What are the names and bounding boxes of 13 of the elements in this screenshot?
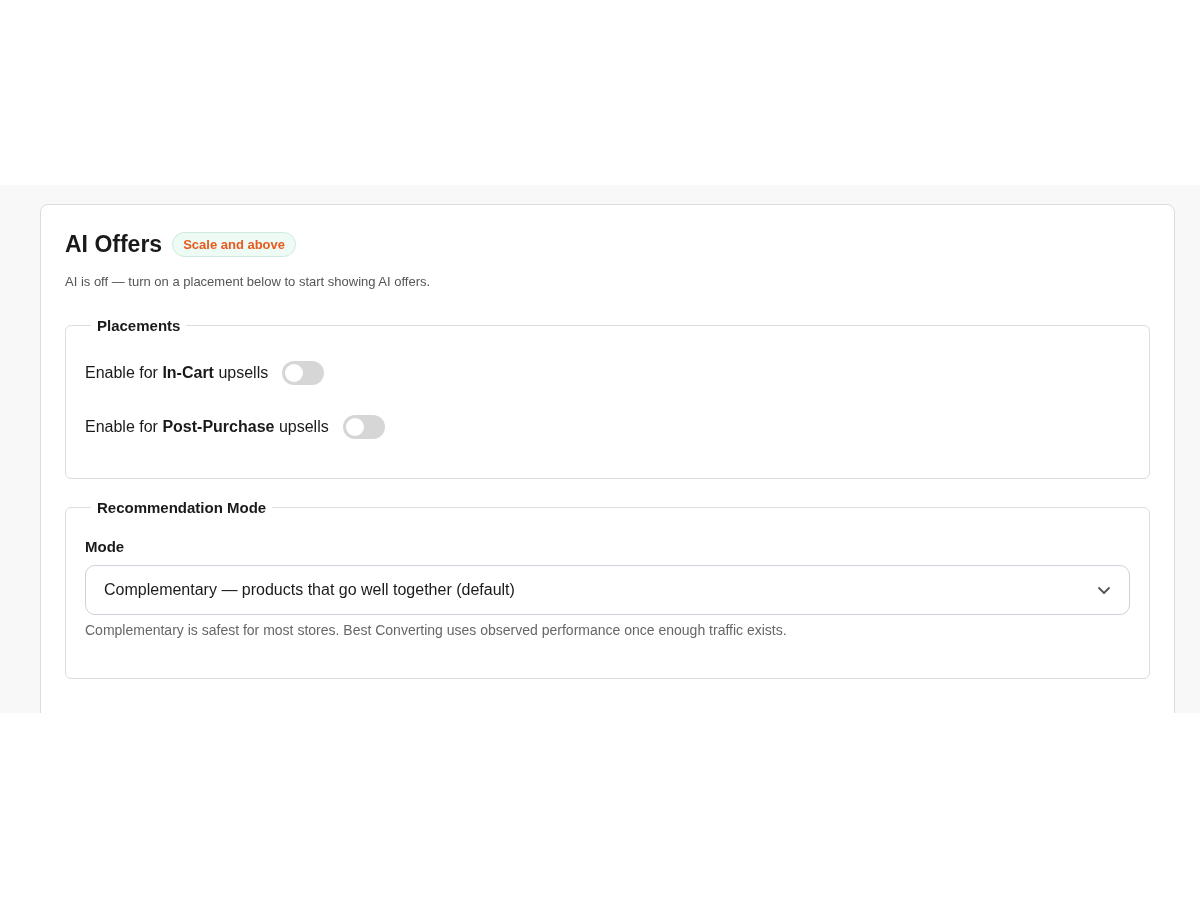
status-text: AI is off — turn on a placement below to start showing AI offers. <box>65 274 432 289</box>
page-title: AI Offers <box>65 231 163 258</box>
section-legend: Recommendation Mode <box>91 499 273 516</box>
toggle-label: Enable for Post-Purchase upsells <box>85 418 329 436</box>
toggle-switch[interactable] <box>282 361 325 385</box>
mode-dropdown[interactable]: Complementary — products that go well together (default) <box>85 565 1130 615</box>
section-legend: Placements <box>91 317 187 334</box>
chevron-down-icon <box>1097 585 1111 595</box>
field-label: Mode <box>85 538 126 555</box>
toggle-switch[interactable] <box>342 415 385 439</box>
toggle-label: Enable for In-Cart upsells <box>85 364 269 382</box>
help-text: Complementary is safest for most stores. Best Converting uses observed performance once enough traffic exists. <box>85 622 788 638</box>
plan-badge: Scale and above <box>172 232 297 257</box>
